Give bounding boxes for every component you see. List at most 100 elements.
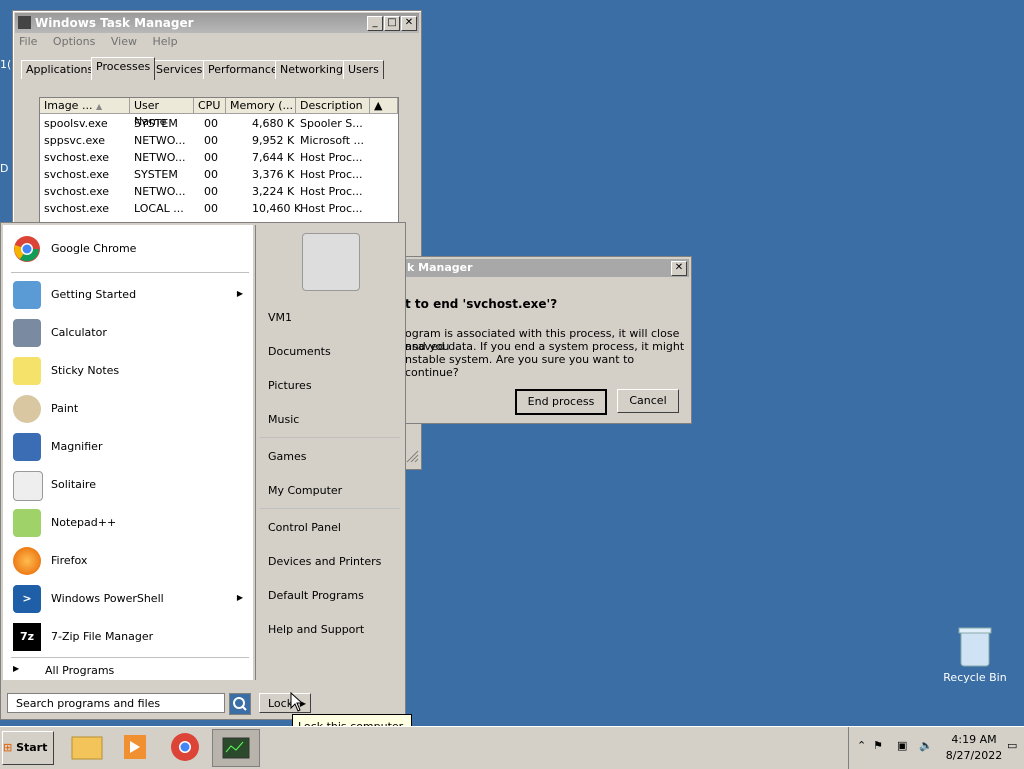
resize-grip-icon[interactable] [405,449,419,463]
column-description[interactable]: Description [296,98,370,114]
desktop-edge-text-2: D [0,162,9,175]
taskbar-media-player-button[interactable] [112,729,158,765]
end-process-dialog: k Manager ✕ t to end 'svchost.exe'? ogra… [400,256,692,424]
sort-arrow-icon: ▲ [95,102,103,111]
submenu-arrow-icon: ▶ [236,593,243,602]
powershell-icon: > [13,585,41,613]
start-item-calculator[interactable]: Calculator [3,315,253,351]
start-menu-programs-pane: Google Chrome Getting Started ▶ Calculat… [3,225,253,680]
dialog-body-line-2: nsaved data. If you end a system process… [405,340,685,353]
start-item-paint[interactable]: Paint [3,391,253,427]
minimize-button[interactable]: _ [367,16,383,31]
places-separator [260,508,400,509]
column-cpu[interactable]: CPU [194,98,226,114]
folder-icon [71,736,103,760]
place-control-panel[interactable]: Control Panel [268,521,341,534]
expand-arrow-icon: ▶ [13,664,20,673]
close-button[interactable]: ✕ [401,16,417,31]
taskbar-task-manager-button[interactable] [212,729,260,767]
show-desktop-icon[interactable]: ▭ [1007,739,1017,752]
7zip-icon: 7z [13,623,41,651]
place-documents[interactable]: Documents [268,345,331,358]
end-process-button[interactable]: End process [515,389,607,415]
clock-date[interactable]: 8/27/2022 [945,749,1003,762]
menu-view[interactable]: View [111,35,137,48]
tab-processes[interactable]: Processes [91,57,156,80]
maximize-button[interactable]: □ [384,16,400,31]
cancel-button[interactable]: Cancel [617,389,679,413]
sticky-notes-icon [13,357,41,385]
calculator-icon [13,319,41,347]
solitaire-icon [13,471,43,501]
start-item-google-chrome[interactable]: Google Chrome [3,231,253,267]
start-menu-separator [11,657,249,658]
place-default-programs[interactable]: Default Programs [268,589,364,602]
column-user-name[interactable]: User Name [130,98,194,128]
volume-icon[interactable]: 🔈 [919,739,933,752]
start-item-notepadpp[interactable]: Notepad++ [3,505,253,541]
menu-file[interactable]: File [19,35,37,48]
submenu-arrow-icon: ▶ [236,289,243,298]
place-music[interactable]: Music [268,413,299,426]
place-my-computer[interactable]: My Computer [268,484,342,497]
start-item-getting-started[interactable]: Getting Started ▶ [3,277,253,313]
windows-logo-icon: ⊞ [3,741,13,754]
task-manager-app-icon [18,16,31,29]
recycle-bin-label: Recycle Bin [943,671,1007,684]
notepadpp-icon [13,509,41,537]
menu-options[interactable]: Options [53,35,95,48]
action-center-icon[interactable]: ⚑ [873,739,883,752]
start-item-7zip[interactable]: 7z 7-Zip File Manager [3,619,253,655]
start-item-magnifier[interactable]: Magnifier [3,429,253,465]
start-item-firefox[interactable]: Firefox [3,543,253,579]
taskbar-explorer-button[interactable] [64,729,110,765]
tab-networking[interactable]: Networking [275,60,348,79]
recycle-bin-shortcut[interactable]: Recycle Bin [940,624,1010,694]
tab-services[interactable]: Services [151,60,208,79]
paint-icon [13,395,41,423]
network-icon[interactable]: ▣ [897,739,907,752]
place-devices-and-printers[interactable]: Devices and Printers [268,555,381,568]
firefox-icon [13,547,41,575]
menu-help[interactable]: Help [152,35,177,48]
show-hidden-icons-icon[interactable]: ⌃ [857,739,866,752]
all-programs-button[interactable]: ▶ All Programs [3,661,253,679]
clock-time[interactable]: 4:19 AM [949,733,999,746]
taskbar: ⊞ Start ⌃ ⚑ ▣ 🔈 4:19 AM 8/27/2022 ▭ [0,726,1024,769]
tab-performance[interactable]: Performance [203,60,283,79]
start-button[interactable]: ⊞ Start [2,731,54,765]
chrome-icon [13,235,41,263]
taskbar-chrome-button[interactable] [162,729,208,765]
search-input[interactable]: Search programs and files [7,693,225,713]
start-menu-places-pane: VM1 Documents Pictures Music Games My Co… [255,225,404,680]
start-item-sticky-notes[interactable]: Sticky Notes [3,353,253,389]
getting-started-icon [13,281,41,309]
desktop-edge-text: 1( [0,58,12,71]
column-image-name[interactable]: Image ... ▲ [40,98,130,114]
user-avatar[interactable] [302,233,360,291]
task-manager-icon [222,737,250,759]
media-player-icon [124,735,146,759]
place-vm1[interactable]: VM1 [268,311,292,324]
search-icon [233,697,247,711]
recycle-bin-icon [958,627,992,667]
search-button[interactable] [229,693,251,715]
start-item-windows-powershell[interactable]: > Windows PowerShell ▶ [3,581,253,617]
dialog-close-button[interactable]: ✕ [671,261,687,276]
tab-users[interactable]: Users [343,60,384,79]
place-games[interactable]: Games [268,450,306,463]
mouse-cursor-icon [290,691,304,715]
start-item-solitaire[interactable]: Solitaire [3,467,253,503]
chrome-icon [171,733,199,761]
task-manager-title: Windows Task Manager [35,16,194,30]
place-help-and-support[interactable]: Help and Support [268,623,364,636]
scroll-up-arrow-icon[interactable]: ▲ [370,98,398,114]
dialog-titlebar[interactable]: k Manager ✕ [403,259,689,277]
tab-applications[interactable]: Applications [21,60,99,79]
column-memory[interactable]: Memory (... [226,98,296,114]
task-manager-titlebar[interactable]: Windows Task Manager _ □ ✕ [15,13,419,33]
process-list[interactable]: Image ... ▲ User Name CPU Memory (... De… [39,97,399,239]
places-separator [260,437,400,438]
start-menu-separator [11,272,249,273]
place-pictures[interactable]: Pictures [268,379,312,392]
